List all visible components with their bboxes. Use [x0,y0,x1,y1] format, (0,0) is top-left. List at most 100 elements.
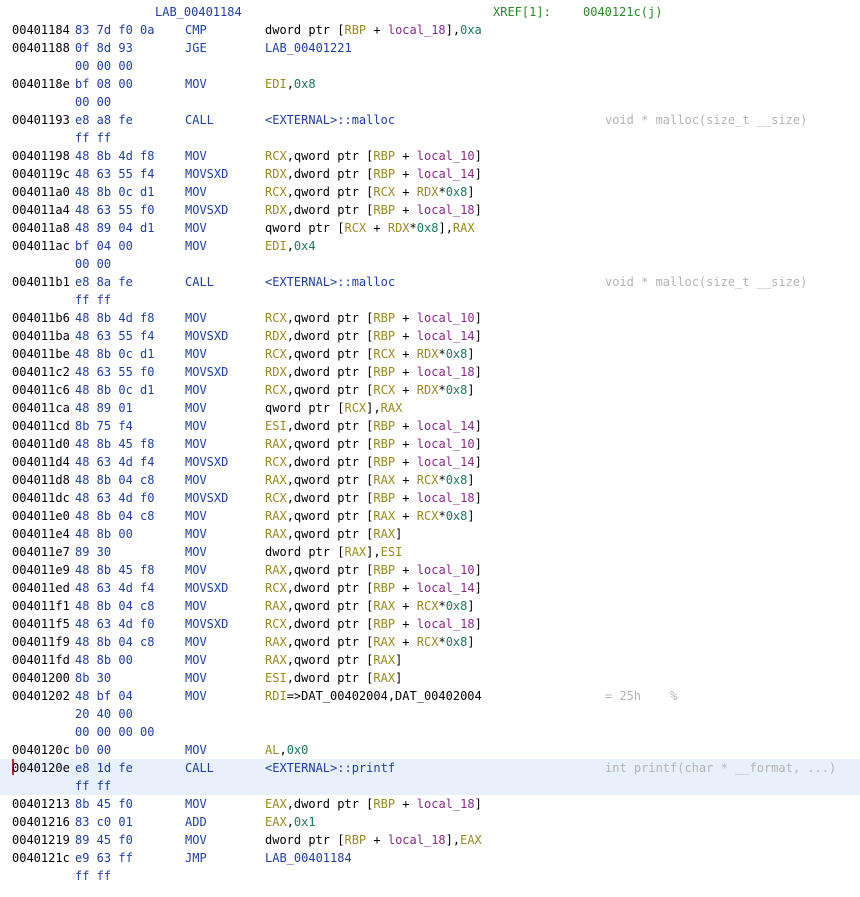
operands[interactable]: RCX,qword ptr [RCX + RDX*0x8] [265,183,475,201]
byte-continuation-row[interactable]: ff ff [0,777,860,795]
instruction-row[interactable]: 00401198 48 8b 4d f8 MOV RCX,qword ptr [RBP… [0,147,860,165]
register[interactable]: RBP [373,455,395,469]
operands[interactable]: RCX,qword ptr [RCX + RDX*0x8] [265,345,475,363]
label-row[interactable]: LAB_00401184 XREF[1]: 0040121c(j) [0,3,860,21]
constant[interactable]: 0x8 [294,77,316,91]
instruction-row[interactable]: 004011f1 48 8b 04 c8 MOV RAX,qword ptr [RAX… [0,597,860,615]
address[interactable]: 004011d0 [12,435,70,453]
constant[interactable]: 0x8 [417,221,439,235]
instruction-row[interactable]: 004011e4 48 8b 00 MOV RAX,qword ptr [RAX] [0,525,860,543]
mnemonic[interactable]: MOV [185,543,207,561]
code-label[interactable]: LAB_00401184 [155,3,242,21]
register[interactable]: RCX [344,221,366,235]
operands[interactable]: RAX,qword ptr [RAX] [265,525,402,543]
register[interactable]: EAX [265,797,287,811]
register[interactable]: RAX [453,221,475,235]
local-variable[interactable]: local_18 [417,203,475,217]
register[interactable]: RDX [388,221,410,235]
local-variable[interactable]: local_18 [417,491,475,505]
register[interactable]: RBP [373,797,395,811]
register[interactable]: RDX [417,383,439,397]
register[interactable]: RBP [373,149,395,163]
instruction-row[interactable]: 004011ca 48 89 01 MOV qword ptr [RCX],RAX [0,399,860,417]
address[interactable]: 00401198 [12,147,70,165]
register[interactable]: RBP [373,203,395,217]
mnemonic[interactable]: ADD [185,813,207,831]
instruction-row[interactable]: 004011c6 48 8b 0c d1 MOV RCX,qword ptr [RCX… [0,381,860,399]
byte-continuation-row[interactable]: ff ff [0,129,860,147]
register[interactable]: RDX [417,347,439,361]
instruction-row[interactable]: 00401213 8b 45 f0 MOV EAX,dword ptr [RBP + … [0,795,860,813]
register[interactable]: RBP [373,419,395,433]
operands[interactable]: RAX,qword ptr [RAX + RCX*0x8] [265,471,475,489]
address[interactable]: 004011fd [12,651,70,669]
register[interactable]: RBP [373,167,395,181]
instruction-row[interactable]: 004011cd 8b 75 f4 MOV ESI,dword ptr [RBP + … [0,417,860,435]
register[interactable]: RDX [265,203,287,217]
register[interactable]: RBP [344,23,366,37]
operands[interactable]: RCX,dword ptr [RBP + local_18] [265,615,482,633]
address[interactable]: 00401216 [12,813,70,831]
constant[interactable]: 0x8 [446,383,468,397]
operands[interactable]: <EXTERNAL>::malloc [265,111,395,129]
instruction-row[interactable]: 004011fd 48 8b 00 MOV RAX,qword ptr [RAX] [0,651,860,669]
operands[interactable]: RCX,qword ptr [RBP + local_10] [265,147,482,165]
code-reference[interactable]: LAB_00401184 [265,851,352,865]
register[interactable]: RCX [344,401,366,415]
register[interactable]: RAX [265,473,287,487]
operands[interactable]: EDI,0x4 [265,237,316,255]
address[interactable]: 0040120c [12,741,70,759]
address[interactable]: 004011f1 [12,597,70,615]
register[interactable]: ESI [265,671,287,685]
mnemonic[interactable]: MOV [185,651,207,669]
mnemonic[interactable]: MOV [185,399,207,417]
address[interactable]: 004011e0 [12,507,70,525]
instruction-row[interactable]: 00401216 83 c0 01 ADD EAX,0x1 [0,813,860,831]
code-reference[interactable]: LAB_00401221 [265,41,352,55]
mnemonic[interactable]: MOV [185,417,207,435]
register[interactable]: RCX [265,347,287,361]
mnemonic[interactable]: MOVSXD [185,579,228,597]
instruction-row[interactable]: 004011ac bf 04 00 MOV EDI,0x4 [0,237,860,255]
register[interactable]: RCX [265,311,287,325]
instruction-row[interactable]: 0040120c b0 00 MOV AL,0x0 [0,741,860,759]
register[interactable]: RCX [265,149,287,163]
mnemonic[interactable]: MOV [185,795,207,813]
register[interactable]: RAX [265,509,287,523]
instruction-row[interactable]: 0040118e bf 08 00 MOV EDI,0x8 [0,75,860,93]
instruction-row[interactable]: 004011f9 48 8b 04 c8 MOV RAX,qword ptr [RAX… [0,633,860,651]
operands[interactable]: dword ptr [RAX],ESI [265,543,402,561]
register[interactable]: RDX [265,167,287,181]
mnemonic[interactable]: MOV [185,831,207,849]
instruction-row[interactable]: 004011a8 48 89 04 d1 MOV qword ptr [RCX + R… [0,219,860,237]
instruction-row[interactable]: 004011d0 48 8b 45 f8 MOV RAX,qword ptr [RBP… [0,435,860,453]
instruction-row[interactable]: 004011f5 48 63 4d f0 MOVSXD RCX,dword ptr [… [0,615,860,633]
address[interactable]: 004011ac [12,237,70,255]
address[interactable]: 004011e9 [12,561,70,579]
local-variable[interactable]: local_18 [388,23,446,37]
operands[interactable]: AL,0x0 [265,741,308,759]
constant[interactable]: 0x8 [446,635,468,649]
instruction-row[interactable]: 004011ed 48 63 4d f4 MOVSXD RCX,dword ptr [… [0,579,860,597]
register[interactable]: RDX [417,185,439,199]
register[interactable]: RAX [373,635,395,649]
register[interactable]: EAX [265,815,287,829]
address[interactable]: 00401188 [12,39,70,57]
register[interactable]: RAX [373,653,395,667]
register[interactable]: RCX [417,473,439,487]
instruction-row[interactable]: 004011dc 48 63 4d f0 MOVSXD RCX,dword ptr [… [0,489,860,507]
operands[interactable]: RAX,qword ptr [RAX + RCX*0x8] [265,597,475,615]
local-variable[interactable]: local_18 [388,833,446,847]
register[interactable]: RCX [265,383,287,397]
operands[interactable]: EAX,dword ptr [RBP + local_18] [265,795,482,813]
mnemonic[interactable]: MOV [185,507,207,525]
disassembly-listing[interactable]: LAB_00401184 XREF[1]: 0040121c(j) 004011… [0,0,860,897]
operands[interactable]: RAX,qword ptr [RAX + RCX*0x8] [265,507,475,525]
instruction-row[interactable]: 004011e9 48 8b 45 f8 MOV RAX,qword ptr [RBP… [0,561,860,579]
address[interactable]: 004011c2 [12,363,70,381]
register[interactable]: RAX [265,599,287,613]
instruction-row[interactable]: 00401193 e8 a8 fe CALL <EXTERNAL>::malloc vo… [0,111,860,129]
address[interactable]: 00401219 [12,831,70,849]
operands[interactable]: LAB_00401221 [265,39,352,57]
operands[interactable]: qword ptr [RCX],RAX [265,399,402,417]
